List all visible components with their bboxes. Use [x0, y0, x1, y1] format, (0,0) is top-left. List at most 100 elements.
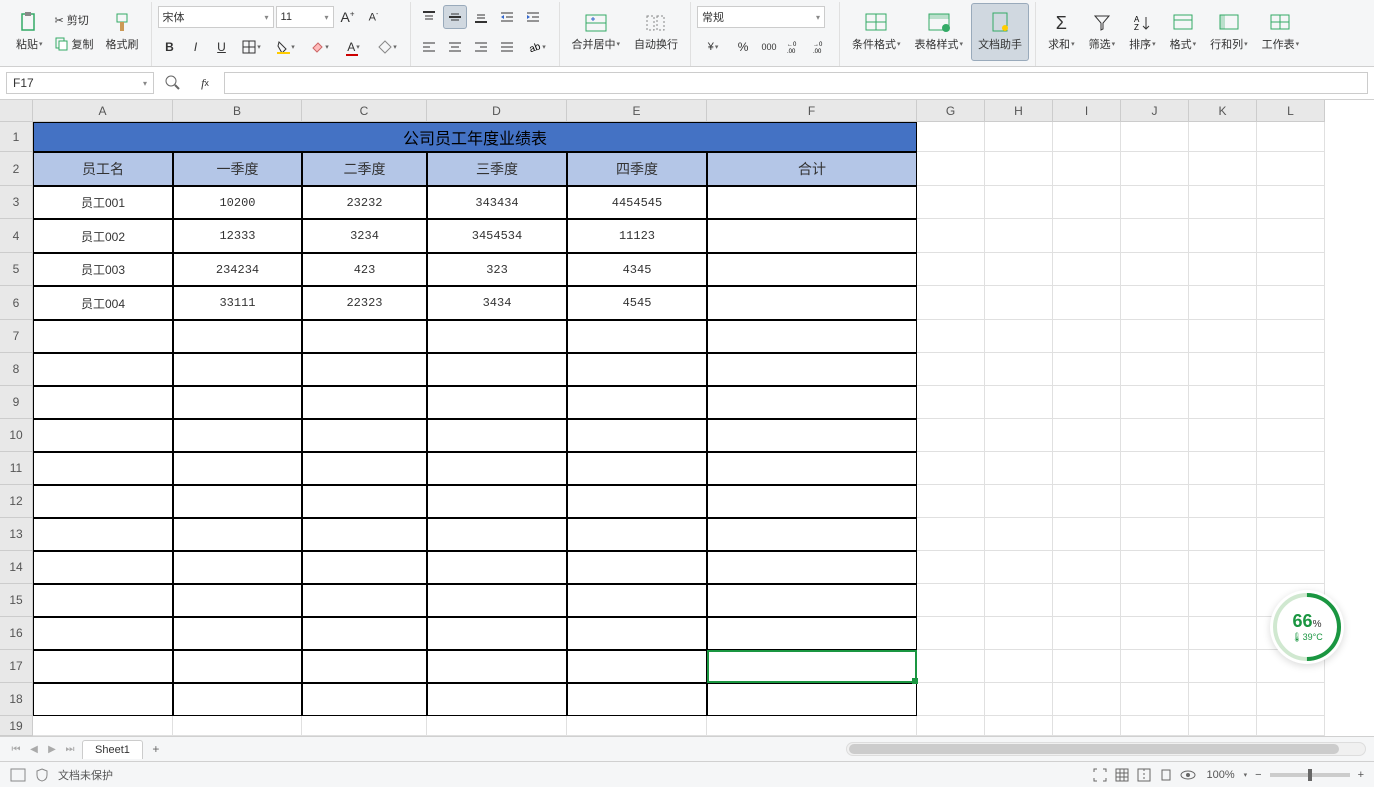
- cell[interactable]: [1121, 353, 1189, 386]
- select-all-corner[interactable]: [0, 100, 33, 122]
- copy-button[interactable]: 复制: [51, 33, 98, 55]
- cell[interactable]: [985, 186, 1053, 219]
- cell[interactable]: [427, 518, 567, 551]
- cell[interactable]: [302, 617, 427, 650]
- sheet-tab[interactable]: Sheet1: [82, 740, 143, 759]
- decrease-font-button[interactable]: A-: [362, 5, 386, 29]
- cell[interactable]: [173, 320, 302, 353]
- cell[interactable]: [427, 716, 567, 736]
- cell[interactable]: [173, 617, 302, 650]
- cell[interactable]: [1257, 320, 1325, 353]
- cell[interactable]: [985, 617, 1053, 650]
- cell[interactable]: [1053, 253, 1121, 286]
- scrollbar-thumb[interactable]: [849, 744, 1339, 754]
- cell[interactable]: [1121, 122, 1189, 152]
- cell[interactable]: [567, 386, 707, 419]
- conditional-format-button[interactable]: 条件格式▾: [846, 3, 907, 61]
- cell[interactable]: 员工004: [33, 286, 173, 320]
- cell[interactable]: 11123: [567, 219, 707, 253]
- cell[interactable]: [33, 683, 173, 716]
- cell[interactable]: [1257, 253, 1325, 286]
- row-header[interactable]: 7: [0, 320, 33, 353]
- cell[interactable]: [427, 650, 567, 683]
- cell[interactable]: [1189, 518, 1257, 551]
- cell[interactable]: 员工名: [33, 152, 173, 186]
- cell[interactable]: [1121, 485, 1189, 518]
- cell[interactable]: [1257, 353, 1325, 386]
- cell[interactable]: [173, 353, 302, 386]
- cell[interactable]: [33, 716, 173, 736]
- decrease-indent-button[interactable]: [495, 5, 519, 29]
- cell[interactable]: [985, 518, 1053, 551]
- cell[interactable]: [707, 617, 917, 650]
- cell[interactable]: [707, 253, 917, 286]
- cell[interactable]: [917, 716, 985, 736]
- currency-button[interactable]: ¥▾: [697, 35, 729, 59]
- cell[interactable]: [1053, 186, 1121, 219]
- cell[interactable]: 3434: [427, 286, 567, 320]
- cell[interactable]: [1121, 518, 1189, 551]
- cell[interactable]: [1189, 650, 1257, 683]
- column-header[interactable]: L: [1257, 100, 1325, 122]
- cell[interactable]: [33, 617, 173, 650]
- clear-button[interactable]: ▾: [304, 35, 336, 59]
- cell[interactable]: [917, 320, 985, 353]
- zoom-slider[interactable]: [1270, 773, 1350, 777]
- cell[interactable]: [917, 186, 985, 219]
- reading-view-button[interactable]: [1178, 766, 1198, 784]
- row-col-button[interactable]: 行和列▾: [1204, 3, 1254, 61]
- cell[interactable]: 22323: [302, 286, 427, 320]
- system-gauge[interactable]: 66% 🌡39°C: [1270, 590, 1344, 664]
- cell[interactable]: [917, 683, 985, 716]
- cell[interactable]: [1189, 219, 1257, 253]
- cell[interactable]: [1257, 683, 1325, 716]
- cell[interactable]: [33, 419, 173, 452]
- format-button[interactable]: 格式▾: [1164, 3, 1203, 61]
- cell[interactable]: [567, 683, 707, 716]
- cell[interactable]: [985, 650, 1053, 683]
- cell[interactable]: [173, 518, 302, 551]
- cell[interactable]: [985, 353, 1053, 386]
- cell[interactable]: 343434: [427, 186, 567, 219]
- row-header[interactable]: 14: [0, 551, 33, 584]
- row-header[interactable]: 3: [0, 186, 33, 219]
- cell[interactable]: [985, 152, 1053, 186]
- fill-color-button[interactable]: ▾: [270, 35, 302, 59]
- cell[interactable]: [427, 353, 567, 386]
- cell[interactable]: [917, 617, 985, 650]
- cell[interactable]: [1053, 152, 1121, 186]
- cell[interactable]: [1257, 485, 1325, 518]
- row-header[interactable]: 4: [0, 219, 33, 253]
- cell[interactable]: [1189, 253, 1257, 286]
- cell[interactable]: [1053, 452, 1121, 485]
- sort-button[interactable]: AZ排序▾: [1123, 3, 1162, 61]
- cell[interactable]: [302, 683, 427, 716]
- row-header[interactable]: 6: [0, 286, 33, 320]
- cell[interactable]: 3234: [302, 219, 427, 253]
- cell[interactable]: [707, 485, 917, 518]
- cell[interactable]: [985, 584, 1053, 617]
- sheet-first-button[interactable]: ⏮: [8, 741, 24, 757]
- column-header[interactable]: H: [985, 100, 1053, 122]
- cell[interactable]: [567, 320, 707, 353]
- cell[interactable]: 员工003: [33, 253, 173, 286]
- cell[interactable]: [707, 584, 917, 617]
- cell[interactable]: [567, 551, 707, 584]
- row-header[interactable]: 10: [0, 419, 33, 452]
- cell[interactable]: [985, 551, 1053, 584]
- cell[interactable]: [707, 683, 917, 716]
- cell[interactable]: [985, 386, 1053, 419]
- doc-helper-button[interactable]: 文档助手: [971, 3, 1029, 61]
- cell[interactable]: [917, 386, 985, 419]
- cell[interactable]: [427, 551, 567, 584]
- increase-decimal-button[interactable]: ←0.00: [783, 35, 807, 59]
- cell[interactable]: [1189, 122, 1257, 152]
- cell[interactable]: [302, 716, 427, 736]
- name-box[interactable]: F17▾: [6, 72, 154, 94]
- cell[interactable]: [707, 551, 917, 584]
- justify-button[interactable]: [495, 35, 519, 59]
- font-name-combo[interactable]: 宋体▾: [158, 6, 274, 28]
- cell[interactable]: [1053, 485, 1121, 518]
- worksheet-button[interactable]: 工作表▾: [1256, 3, 1306, 61]
- align-top-button[interactable]: [417, 5, 441, 29]
